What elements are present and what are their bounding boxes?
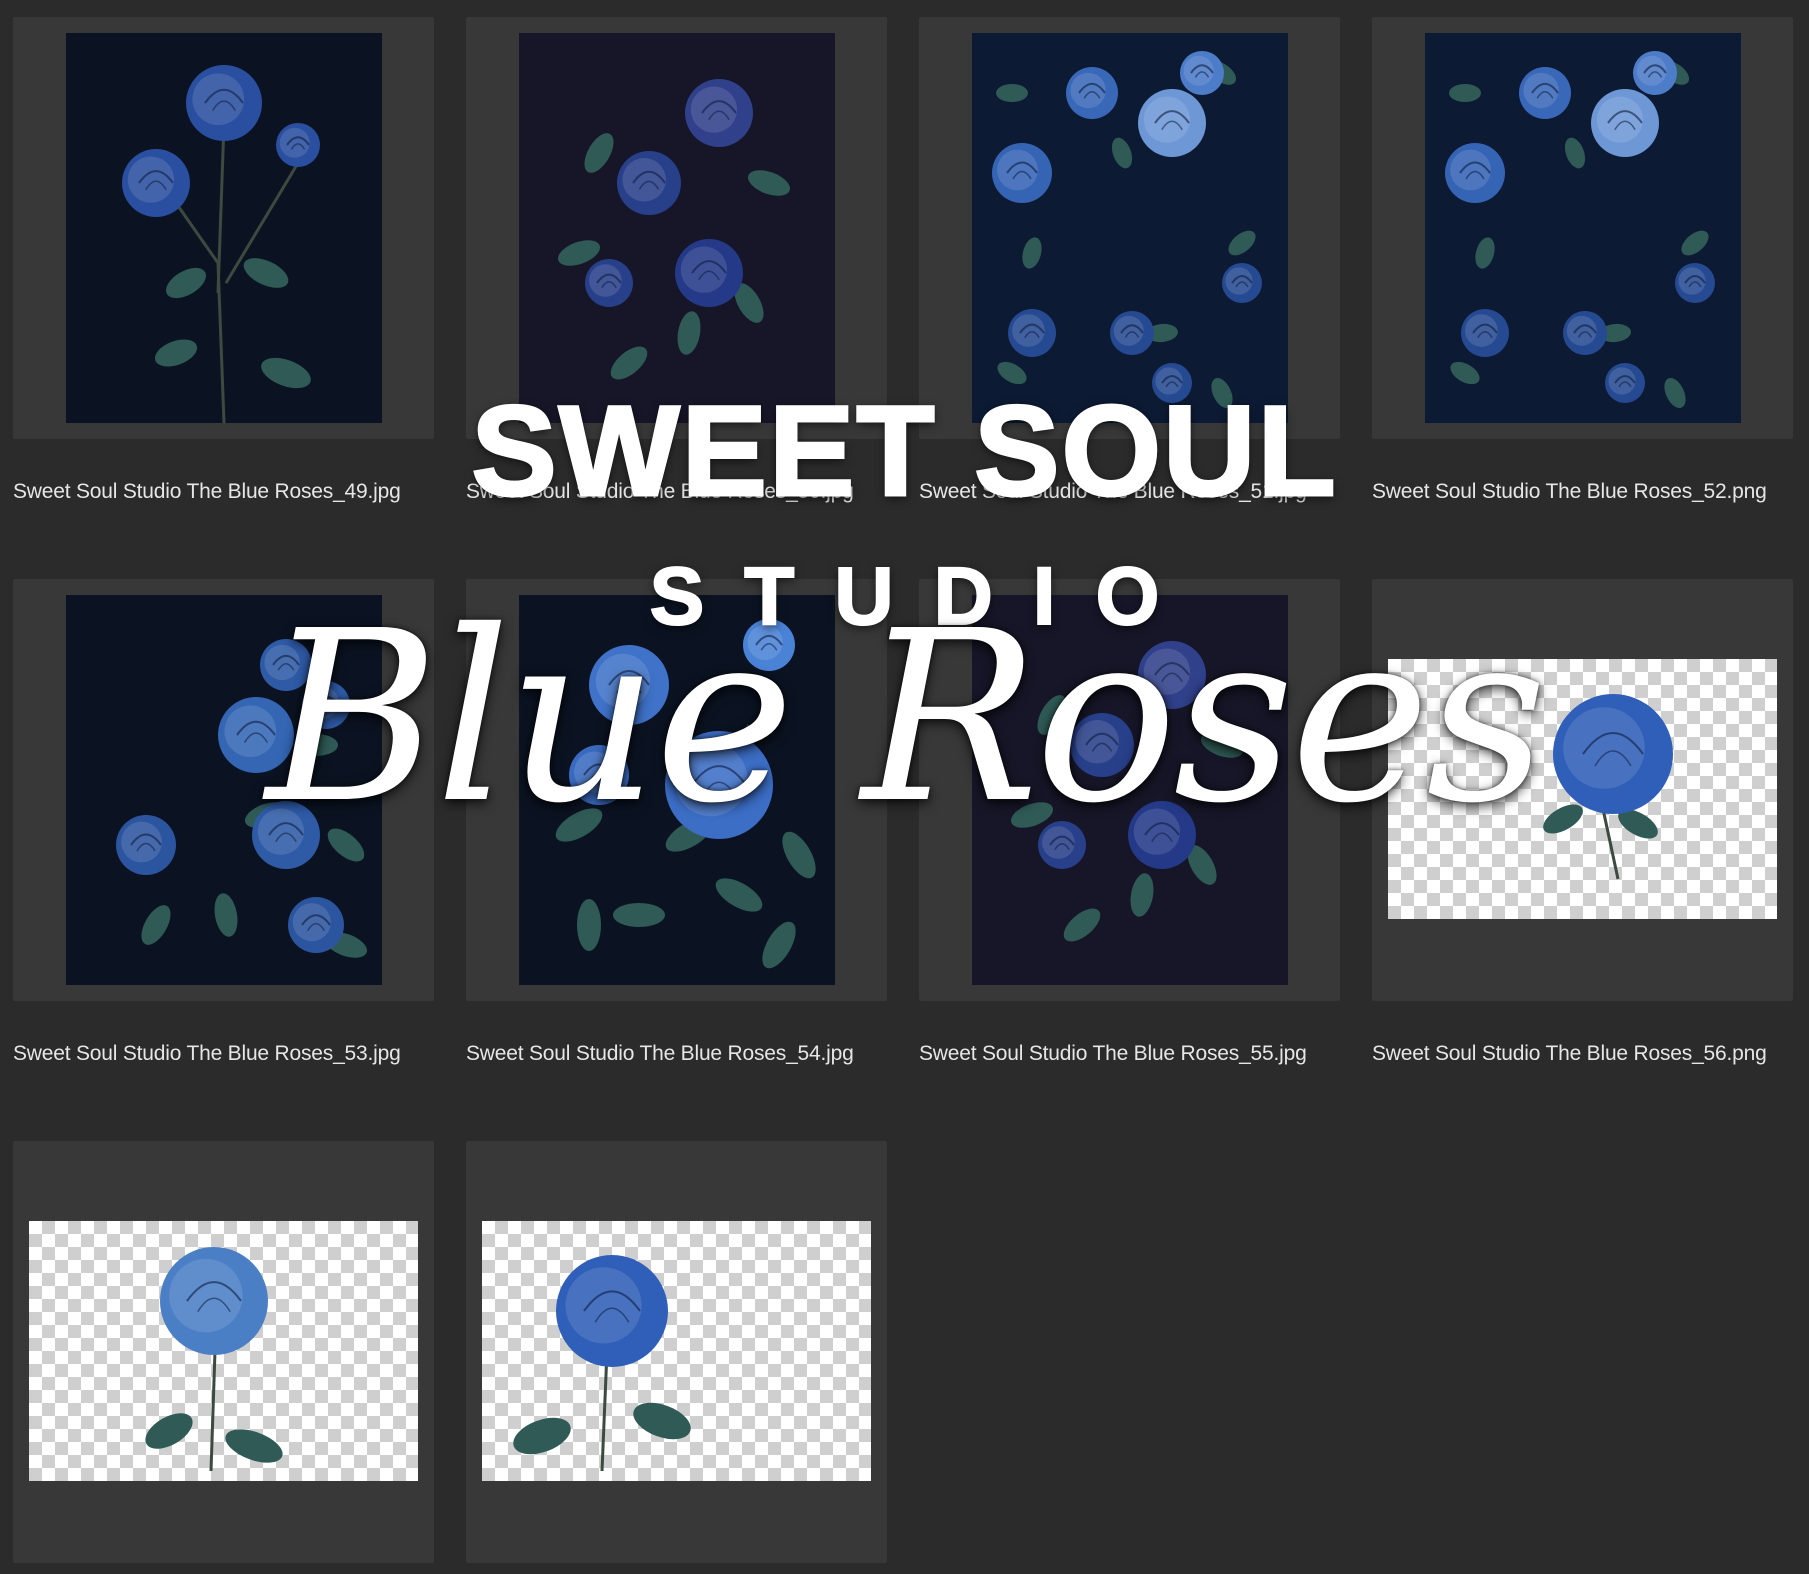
thumbnail-image <box>519 33 835 423</box>
thumbnail-artwork <box>519 33 835 423</box>
leaf <box>996 84 1028 102</box>
file-name-label: Sweet Soul Studio The Blue Roses_53.jpg <box>13 1042 401 1065</box>
leaf <box>513 1417 571 1455</box>
file-tile[interactable] <box>13 1141 434 1563</box>
file-tile[interactable] <box>466 579 887 1001</box>
file-tile[interactable] <box>466 1141 887 1563</box>
artwork-background <box>519 33 835 423</box>
rose-bloom <box>1553 694 1673 814</box>
thumbnail-image <box>482 1221 871 1481</box>
thumbnail-artwork <box>1543 694 1673 880</box>
leaf <box>1449 84 1481 102</box>
rose-bloom <box>1180 51 1224 95</box>
rose-bloom <box>569 745 629 805</box>
thumbnail-image <box>1388 659 1777 919</box>
rose-bloom <box>1591 89 1659 157</box>
leaf <box>294 734 338 756</box>
thumbnail-image <box>519 595 835 985</box>
thumbnail-artwork <box>972 595 1288 985</box>
rose-bloom <box>675 239 743 307</box>
file-name-label: Sweet Soul Studio The Blue Roses_54.jpg <box>466 1042 854 1065</box>
thumbnail-image <box>66 33 382 423</box>
rose-bloom <box>116 815 176 875</box>
rose-bloom <box>252 801 320 869</box>
rose-bloom <box>122 149 190 217</box>
rose-bloom <box>1605 363 1645 403</box>
file-name-label: Sweet Soul Studio The Blue Roses_51.jpg <box>919 480 1307 503</box>
thumbnail-image <box>29 1221 418 1481</box>
leaf <box>225 1429 283 1463</box>
thumbnail-artwork <box>519 595 835 985</box>
file-tile[interactable] <box>919 17 1340 439</box>
rose-bloom <box>665 731 773 839</box>
rose-bloom <box>1138 89 1206 157</box>
thumbnail-artwork <box>145 1247 283 1472</box>
file-tile[interactable] <box>13 579 434 1001</box>
thumbnail-image <box>1425 33 1741 423</box>
file-browser-grid: Sweet Soul Studio The Blue Roses_49.jpg … <box>0 0 1809 1574</box>
file-name-label: Sweet Soul Studio The Blue Roses_55.jpg <box>919 1042 1307 1065</box>
thumbnail-artwork <box>513 1255 691 1472</box>
leaf <box>613 903 665 927</box>
file-name-label: Sweet Soul Studio The Blue Roses_50.jpg <box>466 480 854 503</box>
rose-bloom <box>1675 263 1715 303</box>
file-name-label: Sweet Soul Studio The Blue Roses_49.jpg <box>13 480 401 503</box>
rose-bloom <box>1070 713 1134 777</box>
rose-bloom <box>556 1255 668 1367</box>
rose-bloom <box>186 65 262 141</box>
rose-bloom <box>260 639 312 691</box>
rose-bloom <box>1633 51 1677 95</box>
rose-bloom <box>276 123 320 167</box>
rose-bloom <box>1461 309 1509 357</box>
file-tile[interactable] <box>466 17 887 439</box>
file-tile[interactable] <box>1372 579 1793 1001</box>
rose-bloom <box>1066 67 1118 119</box>
rose-bloom <box>1110 311 1154 355</box>
rose-bloom <box>589 645 669 725</box>
thumbnail-artwork <box>66 33 382 423</box>
leaf <box>633 1402 691 1440</box>
file-tile[interactable] <box>1372 17 1793 439</box>
leaf <box>145 1413 193 1449</box>
file-name-label: Sweet Soul Studio The Blue Roses_52.png <box>1372 480 1767 503</box>
thumbnail-artwork <box>66 595 382 985</box>
thumbnail-image <box>66 595 382 985</box>
rose-bloom <box>617 151 681 215</box>
rose-bloom <box>743 619 795 671</box>
thumbnail-image <box>972 33 1288 423</box>
artwork-background <box>972 595 1288 985</box>
rose-bloom <box>1128 801 1196 869</box>
rose-bloom <box>585 259 633 307</box>
thumbnail-image <box>972 595 1288 985</box>
file-name-label: Sweet Soul Studio The Blue Roses_56.png <box>1372 1042 1767 1065</box>
rose-bloom <box>1222 263 1262 303</box>
rose-bloom <box>1008 309 1056 357</box>
rose-bloom <box>1445 143 1505 203</box>
rose-bloom <box>1519 67 1571 119</box>
rose-bloom <box>160 1247 268 1355</box>
rose-bloom <box>1138 641 1206 709</box>
stem <box>600 1350 609 1472</box>
leaf <box>577 899 601 951</box>
stem <box>1601 808 1620 880</box>
rose-bloom <box>1563 311 1607 355</box>
rose-bloom <box>288 897 344 953</box>
rose-bloom <box>302 681 350 729</box>
rose-bloom <box>992 143 1052 203</box>
thumbnail-artwork <box>972 33 1288 423</box>
file-tile[interactable] <box>919 579 1340 1001</box>
leaf <box>1543 804 1583 834</box>
stem <box>209 1350 217 1472</box>
rose-bloom <box>1152 363 1192 403</box>
rose-bloom <box>218 697 294 773</box>
thumbnail-artwork <box>1425 33 1741 423</box>
file-tile[interactable] <box>13 17 434 439</box>
rose-bloom <box>685 79 753 147</box>
rose-bloom <box>1038 821 1086 869</box>
